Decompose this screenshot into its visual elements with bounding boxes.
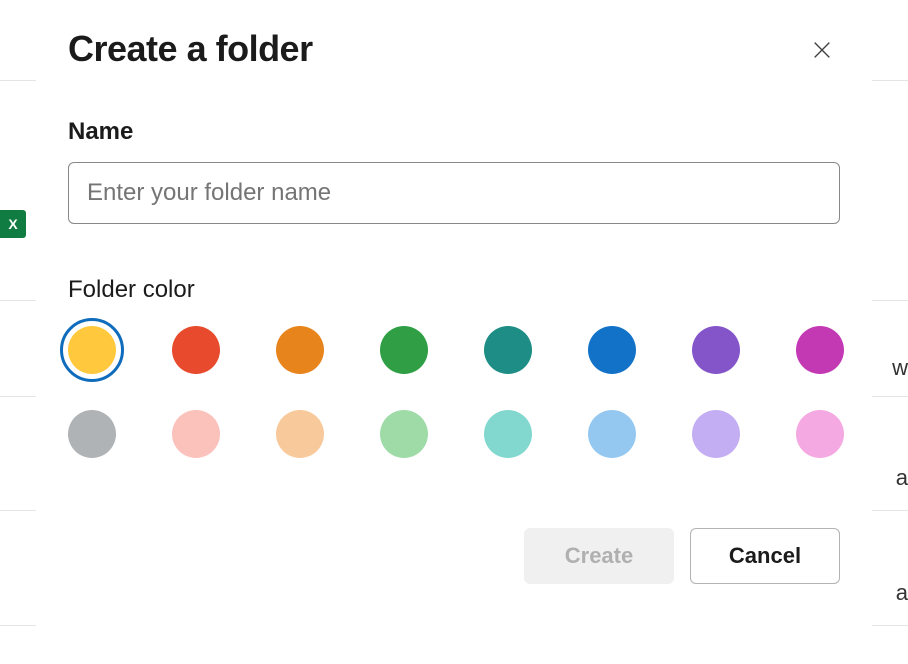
color-swatch-blue[interactable] [588, 326, 636, 374]
color-swatch-light-purple[interactable] [692, 410, 740, 458]
color-swatch-teal[interactable] [484, 326, 532, 374]
excel-icon: X [0, 210, 26, 238]
folder-color-label: Folder color [68, 276, 840, 304]
color-swatch-light-red[interactable] [172, 410, 220, 458]
bg-text-fragment: a [896, 465, 908, 491]
color-swatch-magenta[interactable] [796, 326, 844, 374]
dialog-title: Create a folder [68, 28, 313, 70]
color-swatch-red[interactable] [172, 326, 220, 374]
cancel-button[interactable]: Cancel [690, 528, 840, 584]
name-label: Name [68, 118, 840, 146]
color-swatch-light-pink[interactable] [796, 410, 844, 458]
color-swatch-light-orange[interactable] [276, 410, 324, 458]
color-swatch-light-green[interactable] [380, 410, 428, 458]
create-folder-dialog: Create a folder Name Folder color Create… [36, 0, 872, 664]
color-swatch-light-blue[interactable] [588, 410, 636, 458]
close-button[interactable] [804, 32, 840, 68]
color-swatch-light-teal[interactable] [484, 410, 532, 458]
bg-text-fragment: w [892, 355, 908, 381]
color-swatch-grey[interactable] [68, 410, 116, 458]
color-swatch-purple[interactable] [692, 326, 740, 374]
bg-text-fragment: a [896, 580, 908, 606]
folder-name-input[interactable] [68, 162, 840, 224]
color-swatch-yellow[interactable] [68, 326, 116, 374]
close-icon [811, 39, 833, 61]
color-grid [68, 326, 840, 458]
color-swatch-green[interactable] [380, 326, 428, 374]
create-button[interactable]: Create [524, 528, 674, 584]
dialog-header: Create a folder [68, 28, 840, 70]
dialog-footer: Create Cancel [68, 528, 840, 584]
color-swatch-orange[interactable] [276, 326, 324, 374]
